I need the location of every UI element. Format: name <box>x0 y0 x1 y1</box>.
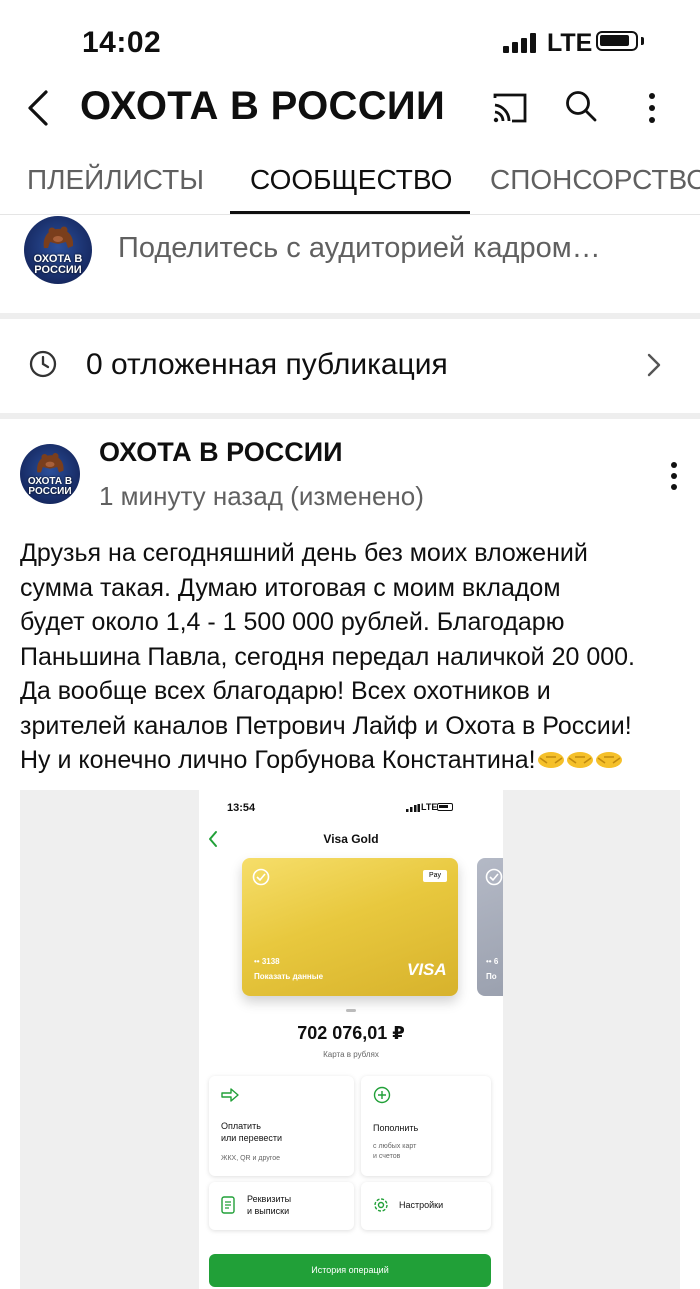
handshake-emoji-icon <box>566 752 593 768</box>
topup-tile: Пополнить с любых карт и счетов <box>361 1076 491 1176</box>
channel-title: ОХОТА В РОССИИ <box>80 84 446 128</box>
bear-logo-icon <box>37 453 64 473</box>
handshake-emoji-icon <box>595 752 622 768</box>
pay-transfer-tile: Оплатить или перевести ЖКХ, QR и другое <box>209 1076 354 1176</box>
post-author-name[interactable]: ОХОТА В РОССИИ <box>99 437 343 468</box>
tile-title: Оплатить <box>221 1121 261 1131</box>
apple-pay-badge: Pay <box>423 870 447 882</box>
tile-subtitle: ЖКХ, QR и другое <box>221 1155 280 1162</box>
channel-avatar[interactable]: ОХОТА В РОССИИ <box>24 216 92 284</box>
image-status-time: 13:54 <box>227 802 256 814</box>
post-text-line: Ну и конечно лично Горбунова Константина… <box>20 746 536 774</box>
tile-title: и выписки <box>247 1206 290 1216</box>
tab-playlists[interactable]: ПЛЕЙЛИСТЫ <box>27 164 204 196</box>
handshake-emoji-icon <box>537 752 564 768</box>
bear-logo-icon <box>43 226 74 248</box>
cast-icon[interactable] <box>492 92 528 124</box>
visa-logo: VISA <box>407 960 447 979</box>
signal-icon <box>503 33 536 53</box>
card-number: •• 6 <box>486 957 499 966</box>
image-signal-icon <box>406 804 420 812</box>
requisites-tile: Реквизиты и выписки <box>209 1182 354 1230</box>
card-show-details: По <box>486 972 497 981</box>
post-more-icon[interactable] <box>664 458 684 494</box>
tab-community[interactable]: СООБЩЕСТВО <box>250 164 452 196</box>
post-body: Друзья на сегодняшний день без моих влож… <box>20 536 688 778</box>
card-show-details: Показать данные <box>254 972 324 981</box>
post-text-line: Да вообще всех благодарю! Всех охотников… <box>20 677 551 705</box>
battery-tip <box>641 37 644 45</box>
tile-subtitle: с любых карт <box>373 1143 417 1150</box>
balance-caption: Карта в рублях <box>323 1050 379 1059</box>
post-text-line: Паньшина Павла, сегодня передал наличкой… <box>20 642 636 671</box>
post-text-line: сумма такая. Думаю итоговая с моим вклад… <box>20 573 561 602</box>
post-image[interactable]: 13:54 LTE Visa Gold Pay •• 3138 Показать… <box>20 790 680 1289</box>
battery-icon <box>596 31 638 51</box>
tabs-divider <box>0 214 700 215</box>
check-circle-icon <box>485 868 503 886</box>
arrow-right-icon <box>221 1088 239 1102</box>
status-time: 14:02 <box>82 26 162 59</box>
bank-app-screenshot: 13:54 LTE Visa Gold Pay •• 3138 Показать… <box>199 790 503 1289</box>
clock-icon <box>29 350 57 378</box>
more-vert-icon[interactable] <box>640 88 664 128</box>
image-network-type: LTE <box>421 802 438 812</box>
image-battery-icon <box>437 803 453 811</box>
document-icon <box>221 1196 235 1214</box>
tile-title: Реквизиты <box>247 1194 292 1204</box>
second-card: •• 6 По <box>477 858 503 996</box>
gear-icon <box>374 1198 388 1212</box>
tile-subtitle: и счетов <box>373 1153 401 1160</box>
chevron-right-icon[interactable] <box>642 350 664 380</box>
image-screen-title: Visa Gold <box>323 832 379 846</box>
compose-post-input[interactable]: Поделитесь с аудиторией кадром… <box>118 232 601 265</box>
search-icon[interactable] <box>563 88 599 124</box>
plus-circle-icon <box>373 1086 391 1104</box>
card-number: •• 3138 <box>254 957 280 966</box>
post-text-line: зрителей каналов Петрович Лайф и Охота в… <box>20 711 632 740</box>
gold-card: Pay •• 3138 Показать данные VISA <box>242 858 458 996</box>
card-balance: 702 076,01 ₽ <box>297 1023 405 1043</box>
check-circle-icon <box>252 868 270 886</box>
tile-title: Пополнить <box>373 1123 419 1133</box>
post-text-line: Друзья на сегодняшний день без моих влож… <box>20 539 588 567</box>
post-timestamp: 1 минуту назад (изменено) <box>99 481 424 511</box>
avatar-text: ОХОТА В РОССИИ <box>33 253 83 276</box>
avatar-text: ОХОТА В РОССИИ <box>27 476 73 497</box>
scheduled-posts-label[interactable]: 0 отложенная публикация <box>86 348 448 382</box>
tile-title: Настройки <box>399 1200 444 1210</box>
section-divider <box>0 413 700 419</box>
network-type: LTE <box>547 29 593 57</box>
card-pager <box>346 1009 356 1012</box>
tab-sponsorship[interactable]: СПОНСОРСТВО <box>490 164 700 196</box>
section-divider <box>0 313 700 319</box>
post-text-line: будет около 1,4 - 1 500 000 рублей. Благ… <box>20 608 565 636</box>
tile-title: или перевести <box>221 1133 283 1143</box>
settings-tile: Настройки <box>361 1182 491 1230</box>
back-arrow-icon[interactable] <box>22 88 58 128</box>
history-button: История операций <box>209 1254 491 1287</box>
post-author-avatar[interactable]: ОХОТА В РОССИИ <box>20 444 80 504</box>
